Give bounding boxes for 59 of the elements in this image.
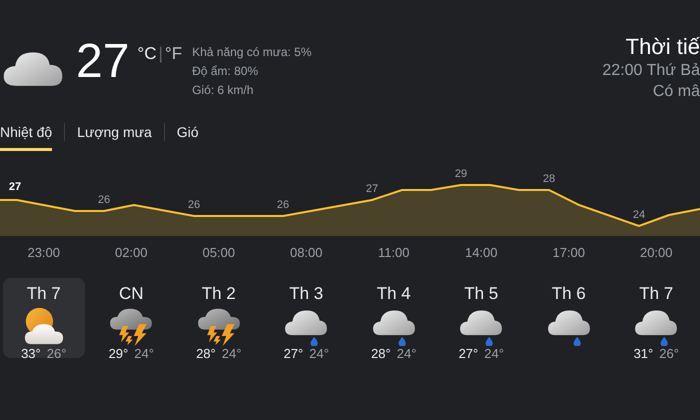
weather-title: Thời tiế <box>626 34 700 60</box>
day-name: Th 6 <box>552 284 586 304</box>
hour-label: 23:00 <box>27 245 60 260</box>
temperature-label: 29 <box>454 168 468 180</box>
current-temperature: 27 <box>76 34 130 90</box>
condition-text: Có mâ <box>652 82 700 102</box>
day-name: Th 7 <box>26 284 61 304</box>
celsius-unit[interactable]: °C <box>137 44 156 64</box>
high-temperature: 28° <box>196 346 216 361</box>
high-temperature: 27° <box>284 346 304 361</box>
day-name: Th 5 <box>464 284 498 304</box>
day-name: Th 3 <box>289 284 324 304</box>
day-name: Th 7 <box>639 284 674 304</box>
day-card[interactable]: Th 3 27° 24° <box>266 278 347 358</box>
temperature-label: 27 <box>8 181 22 193</box>
hour-label: 11:00 <box>378 245 410 260</box>
day-name: Th 2 <box>202 284 236 304</box>
low-temperature: 26° <box>659 346 679 361</box>
temperature-label: 27 <box>366 183 378 195</box>
day-card[interactable]: Th 5 27° 24° <box>440 278 522 358</box>
day-card[interactable]: Th 7 33° 26° <box>3 278 84 358</box>
weather-detail: Khả năng có mưa: 5% <box>192 44 312 61</box>
day-card[interactable]: Th 4 28° 24° <box>353 278 434 358</box>
low-temperature: 24° <box>309 346 329 361</box>
low-temperature: 26° <box>46 346 66 361</box>
low-temperature: 24° <box>484 346 504 361</box>
day-card[interactable]: Th 2 28° 24° <box>178 278 260 358</box>
tab[interactable]: Gió <box>176 118 199 150</box>
hour-label: 17:00 <box>552 245 586 260</box>
weather-detail: Độ ẩm: 80% <box>192 63 260 80</box>
high-temperature: 27° <box>458 346 478 361</box>
weather-detail: Gió: 6 km/h <box>192 82 254 99</box>
low-temperature: 24° <box>222 346 242 361</box>
high-temperature: 28° <box>371 346 391 361</box>
high-temperature: 29° <box>108 346 128 361</box>
hour-label: 02:00 <box>114 245 148 260</box>
date-time: 22:00 Thứ Bả <box>602 61 700 81</box>
high-temperature: 31° <box>634 346 654 361</box>
unit-separator: | <box>158 44 163 64</box>
high-temperature: 33° <box>21 346 41 361</box>
temperature-label: 26 <box>276 199 290 211</box>
day-card[interactable]: CN 29° 24° <box>90 278 172 358</box>
day-card[interactable]: Th 7 31° 26° <box>616 278 697 358</box>
tab[interactable]: Lượng mưa <box>77 118 152 150</box>
hour-label: 14:00 <box>464 245 498 260</box>
day-name: Th 4 <box>376 284 411 304</box>
low-temperature: 24° <box>396 346 416 361</box>
tab[interactable]: Nhiệt độ <box>0 118 52 150</box>
hour-label: 20:00 <box>640 245 673 260</box>
temperature-label: 24 <box>632 209 646 221</box>
temperature-label: 28 <box>542 173 556 185</box>
day-name: CN <box>118 284 144 304</box>
low-temperature: 24° <box>134 346 154 361</box>
hour-label: 05:00 <box>202 245 236 260</box>
temperature-label: 26 <box>188 199 200 211</box>
temperature-label: 26 <box>98 194 110 206</box>
day-card[interactable]: Th 6 <box>528 278 610 358</box>
hour-label: 08:00 <box>290 245 323 260</box>
fahrenheit-unit[interactable]: °F <box>164 44 182 64</box>
